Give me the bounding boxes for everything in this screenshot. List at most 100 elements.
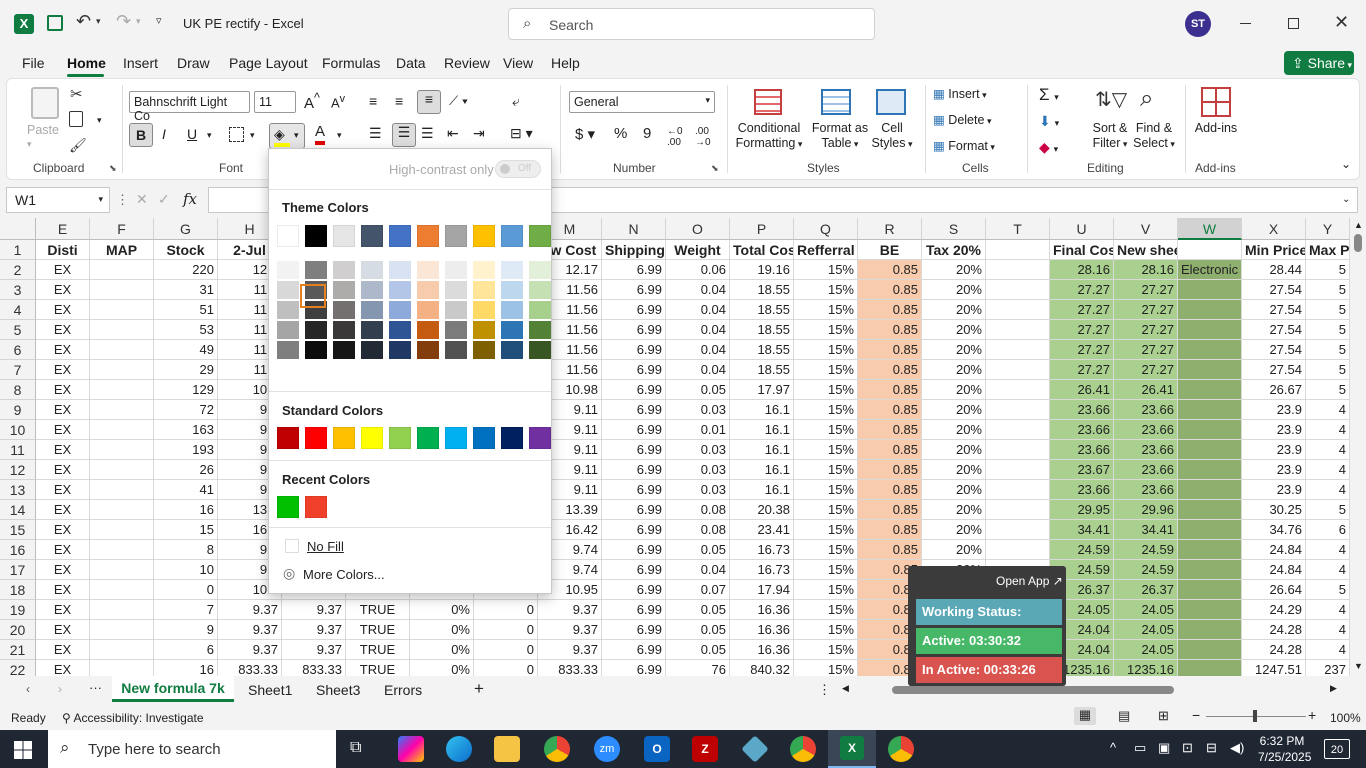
color-swatch[interactable] — [529, 225, 551, 247]
table-cell[interactable] — [986, 480, 1050, 500]
table-cell[interactable] — [90, 380, 154, 400]
no-fill-item[interactable]: No Fill — [279, 537, 541, 557]
tab-home[interactable]: Home — [67, 55, 106, 71]
table-cell[interactable]: 0 — [474, 660, 538, 676]
cell-styles-icon[interactable] — [876, 89, 906, 115]
column-header-w[interactable]: W — [1178, 218, 1242, 240]
table-cell[interactable]: 0% — [410, 620, 474, 640]
table-cell[interactable]: 15% — [794, 460, 858, 480]
color-swatch[interactable] — [417, 321, 439, 339]
row-header[interactable]: 21 — [0, 640, 36, 660]
table-cell[interactable]: 0.05 — [666, 540, 730, 560]
table-cell[interactable]: 5 — [1306, 300, 1350, 320]
table-cell[interactable]: 16.36 — [730, 640, 794, 660]
table-cell[interactable]: 20.38 — [730, 500, 794, 520]
table-cell[interactable]: 26.41 — [1114, 380, 1178, 400]
color-swatch[interactable] — [417, 225, 439, 247]
table-cell[interactable]: 28.16 — [1050, 260, 1114, 280]
zoom-level[interactable]: 100% — [1330, 711, 1361, 725]
align-right-icon[interactable]: ☰ — [421, 125, 434, 142]
table-cell[interactable]: 18.55 — [730, 300, 794, 320]
table-cell[interactable] — [1178, 460, 1242, 480]
h-scroll-thumb[interactable] — [892, 686, 1174, 694]
table-cell[interactable]: 6.99 — [602, 320, 666, 340]
bold-button[interactable]: B — [129, 123, 153, 147]
table-cell[interactable]: 27.27 — [1050, 360, 1114, 380]
color-swatch[interactable] — [501, 341, 523, 359]
table-cell[interactable]: 5 — [1306, 340, 1350, 360]
table-cell[interactable] — [1178, 400, 1242, 420]
table-cell[interactable]: 0 — [474, 600, 538, 620]
color-swatch[interactable] — [529, 301, 551, 319]
color-swatch[interactable] — [333, 281, 355, 299]
wrap-text-icon[interactable]: ⤶ — [512, 93, 520, 110]
table-cell[interactable]: 41 — [154, 480, 218, 500]
table-cell[interactable]: 20% — [922, 400, 986, 420]
table-cell[interactable]: 24.05 — [1114, 600, 1178, 620]
table-cell[interactable]: EX — [36, 620, 90, 640]
table-cell[interactable]: EX — [36, 640, 90, 660]
recent-color-swatch[interactable] — [277, 496, 299, 518]
paste-button[interactable]: Paste — [27, 123, 59, 138]
color-swatch[interactable] — [417, 281, 439, 299]
table-cell[interactable]: 6.99 — [602, 400, 666, 420]
table-cell[interactable] — [90, 460, 154, 480]
column-header-g[interactable]: G — [154, 218, 218, 240]
table-cell[interactable]: 0.85 — [858, 460, 922, 480]
table-cell[interactable]: 16 — [154, 500, 218, 520]
zoom-slider-thumb[interactable] — [1253, 710, 1257, 722]
table-cell[interactable]: 20% — [922, 480, 986, 500]
standard-color-swatch[interactable] — [389, 427, 411, 449]
table-cell[interactable]: 220 — [154, 260, 218, 280]
row-header[interactable]: 3 — [0, 280, 36, 300]
color-swatch[interactable] — [445, 281, 467, 299]
table-cell[interactable] — [1178, 380, 1242, 400]
table-cell[interactable]: 0.07 — [666, 580, 730, 600]
color-swatch[interactable] — [529, 321, 551, 339]
table-cell[interactable]: 10 — [154, 560, 218, 580]
table-cell[interactable]: 0.04 — [666, 300, 730, 320]
table-cell[interactable]: EX — [36, 280, 90, 300]
restore-icon[interactable] — [1288, 18, 1299, 29]
column-header-p[interactable]: P — [730, 218, 794, 240]
header-cell[interactable]: Weight — [666, 240, 730, 260]
tab-file[interactable]: File — [22, 55, 45, 71]
color-swatch[interactable] — [389, 225, 411, 247]
column-header-q[interactable]: Q — [794, 218, 858, 240]
table-cell[interactable]: 0.85 — [858, 360, 922, 380]
more-sheets-icon[interactable]: ··· — [89, 680, 102, 695]
row-header[interactable]: 2 — [0, 260, 36, 280]
table-cell[interactable]: 0.03 — [666, 460, 730, 480]
table-cell[interactable]: EX — [36, 420, 90, 440]
header-cell[interactable]: Disti — [36, 240, 90, 260]
edge-icon[interactable] — [446, 736, 472, 762]
insert-function-icon[interactable]: fx — [183, 190, 197, 208]
cell-styles-button[interactable]: Cell Styles ▾ — [869, 121, 915, 152]
table-cell[interactable] — [1178, 440, 1242, 460]
header-cell[interactable] — [986, 240, 1050, 260]
header-cell[interactable]: Refferral — [794, 240, 858, 260]
color-swatch[interactable] — [389, 261, 411, 279]
display-icon[interactable]: ⊡ — [1182, 740, 1193, 756]
table-cell[interactable]: 4 — [1306, 400, 1350, 420]
column-header-r[interactable]: R — [858, 218, 922, 240]
table-cell[interactable] — [986, 440, 1050, 460]
table-cell[interactable]: 6.99 — [602, 340, 666, 360]
scroll-left-icon[interactable]: ◀ — [842, 683, 849, 694]
table-cell[interactable]: 6.99 — [602, 600, 666, 620]
color-swatch[interactable] — [361, 301, 383, 319]
table-cell[interactable]: 15% — [794, 660, 858, 676]
table-cell[interactable]: 1247.51 — [1242, 660, 1306, 676]
table-cell[interactable]: 24.59 — [1050, 540, 1114, 560]
table-cell[interactable]: 26.64 — [1242, 580, 1306, 600]
table-cell[interactable]: EX — [36, 440, 90, 460]
color-swatch[interactable] — [501, 301, 523, 319]
row-header[interactable]: 6 — [0, 340, 36, 360]
table-cell[interactable]: 24.29 — [1242, 600, 1306, 620]
enter-icon[interactable]: ✓ — [158, 191, 170, 208]
color-swatch[interactable] — [417, 261, 439, 279]
table-cell[interactable]: 23.66 — [1114, 480, 1178, 500]
table-cell[interactable]: 23.9 — [1242, 480, 1306, 500]
table-cell[interactable] — [1178, 620, 1242, 640]
table-cell[interactable]: 0.85 — [858, 520, 922, 540]
